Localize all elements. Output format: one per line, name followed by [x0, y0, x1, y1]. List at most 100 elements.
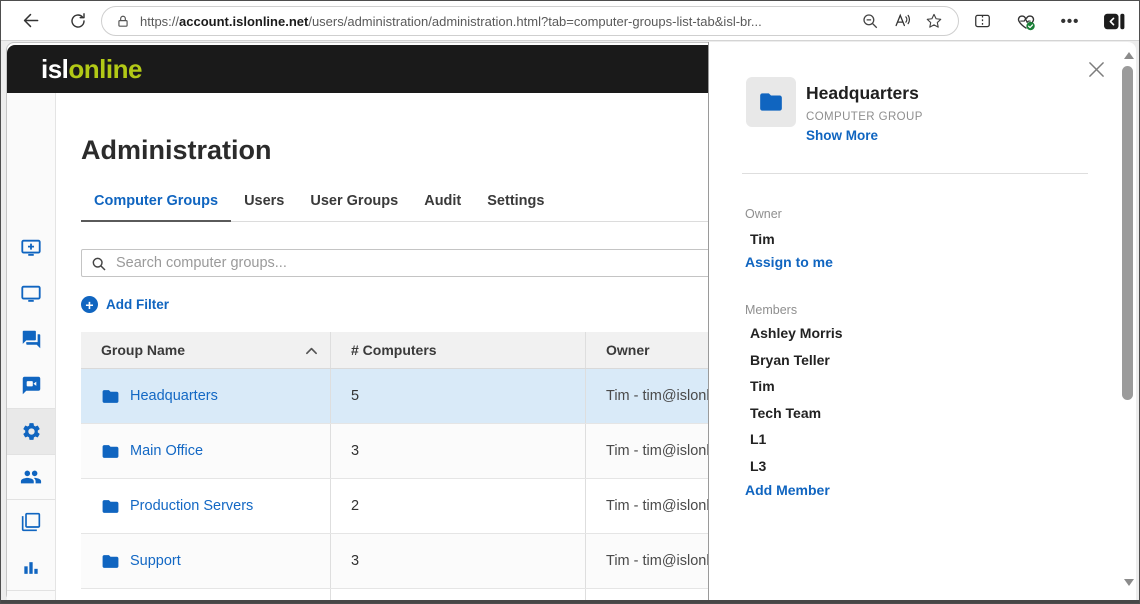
computer-count: 3 [331, 534, 586, 588]
sidebar-item-reports[interactable] [7, 545, 55, 590]
folder-icon [101, 387, 120, 406]
sort-ascending-icon [305, 346, 318, 355]
people-icon [20, 466, 42, 488]
owner-name: Tim [750, 231, 775, 247]
scrollbar-thumb[interactable] [1122, 66, 1133, 400]
browser-window: https://account.islonline.net/users/admi… [0, 0, 1140, 604]
column-header-computers[interactable]: # Computers [331, 332, 586, 368]
zoom-out-button[interactable] [854, 8, 886, 34]
group-name-link[interactable]: Headquarters [130, 388, 218, 404]
tab-settings[interactable]: Settings [474, 193, 557, 221]
back-arrow-icon [21, 11, 40, 30]
folder-icon [101, 497, 120, 516]
table-row-main-office[interactable]: Main Office 3 Tim - tim@islonl [81, 424, 708, 479]
search-box [81, 249, 708, 277]
close-panel-button[interactable] [1085, 58, 1107, 80]
video-chat-icon [21, 375, 42, 396]
tab-users[interactable]: Users [231, 193, 297, 221]
search-icon [91, 256, 107, 272]
tab-computer-groups[interactable]: Computer Groups [81, 193, 231, 222]
add-filter-label: Add Filter [106, 297, 169, 312]
sidebar-toggle-icon [1103, 12, 1125, 31]
close-icon [1088, 61, 1105, 78]
tab-user-groups[interactable]: User Groups [297, 193, 411, 221]
gear-icon [21, 421, 42, 442]
owner-value: Tim - tim@islonl [586, 369, 708, 423]
read-aloud-button[interactable] [886, 8, 918, 34]
zoom-out-icon [861, 12, 879, 30]
group-name-link[interactable]: Main Office [130, 443, 203, 459]
sidebar-item-sessions[interactable] [7, 499, 55, 544]
url-text[interactable]: https://account.islonline.net/users/admi… [140, 14, 854, 29]
column-header-group-name[interactable]: Group Name [81, 332, 331, 368]
favorite-button[interactable] [918, 8, 950, 34]
sidebar-item-chat[interactable] [7, 317, 55, 362]
address-bar[interactable]: https://account.islonline.net/users/admi… [101, 6, 959, 36]
members-list: Ashley Morris Bryan Teller Tim Tech Team… [750, 325, 843, 484]
detail-panel: Headquarters COMPUTER GROUP Show More Ow… [708, 42, 1136, 600]
add-filter-button[interactable]: + Add Filter [81, 296, 169, 313]
folder-icon [101, 442, 120, 461]
plus-circle-icon: + [81, 296, 98, 313]
sidebar-item-users[interactable] [7, 454, 55, 499]
monitor-icon [20, 283, 42, 305]
folder-icon [758, 89, 784, 115]
star-icon [925, 12, 943, 30]
sidebar-item-video-call[interactable] [7, 363, 55, 408]
bar-chart-icon [21, 558, 41, 578]
split-screen-icon [973, 12, 992, 30]
member-item: Ashley Morris [750, 325, 843, 352]
left-icon-rail [7, 93, 56, 601]
url-scheme: https:// [140, 14, 179, 29]
main-content: Administration Computer Groups Users Use… [56, 93, 708, 600]
table-row-production-servers[interactable]: Production Servers 2 Tim - tim@islonl [81, 479, 708, 534]
window-bottom-frame [1, 600, 1139, 603]
tab-audit[interactable]: Audit [411, 193, 474, 221]
sidebar-item-computers[interactable] [7, 271, 55, 316]
browser-essentials-button[interactable] [1009, 6, 1043, 36]
table-row-support[interactable]: Support 3 Tim - tim@islonl [81, 534, 708, 589]
logo-online: online [68, 54, 142, 84]
assign-to-me-link[interactable]: Assign to me [745, 254, 833, 270]
scrollbar-down-arrow-icon[interactable] [1124, 579, 1134, 586]
member-item: L3 [750, 458, 843, 485]
search-input[interactable] [82, 250, 708, 276]
browser-toolbar: https://account.islonline.net/users/admi… [1, 1, 1139, 41]
owner-section-label: Owner [745, 207, 782, 221]
ellipsis-icon: ••• [1061, 13, 1080, 30]
sidebar-item-add-computer[interactable] [7, 225, 55, 270]
group-name-link[interactable]: Support [130, 553, 181, 569]
refresh-button[interactable] [61, 6, 95, 36]
table-row-partial [81, 589, 708, 600]
table-row-headquarters[interactable]: Headquarters 5 Tim - tim@islonl [81, 369, 708, 424]
scrollbar-up-arrow-icon[interactable] [1124, 52, 1134, 59]
computer-count: 2 [331, 479, 586, 533]
sidebar-toggle-button[interactable] [1097, 6, 1131, 36]
panel-scrollbar[interactable] [1121, 46, 1136, 596]
islonline-logo[interactable]: islonline [41, 54, 142, 85]
folder-icon [101, 552, 120, 571]
owner-value: Tim - tim@islonl [586, 424, 708, 478]
owner-value: Tim - tim@islonl [586, 534, 708, 588]
app-header: islonline [7, 45, 708, 93]
browser-menu-button[interactable]: ••• [1053, 6, 1087, 36]
url-host: account.islonline.net [179, 14, 308, 29]
refresh-icon [69, 12, 87, 30]
back-button[interactable] [13, 6, 47, 36]
group-name-link[interactable]: Production Servers [130, 498, 253, 514]
group-avatar [746, 77, 796, 127]
split-screen-button[interactable] [965, 6, 999, 36]
show-more-link[interactable]: Show More [806, 128, 878, 143]
lock-icon [116, 14, 130, 29]
logo-isl: isl [41, 54, 68, 84]
column-header-owner[interactable]: Owner [586, 332, 708, 368]
add-member-link[interactable]: Add Member [745, 482, 830, 498]
monitor-plus-icon [20, 237, 42, 259]
member-item: Bryan Teller [750, 352, 843, 379]
owner-value: Tim - tim@islonl [586, 479, 708, 533]
member-item: Tim [750, 378, 843, 405]
sidebar-item-settings[interactable] [7, 409, 55, 454]
computer-groups-table: Group Name # Computers Owner Headquarter… [81, 332, 708, 600]
panel-type-label: COMPUTER GROUP [806, 111, 923, 123]
panel-title: Headquarters [806, 83, 919, 104]
